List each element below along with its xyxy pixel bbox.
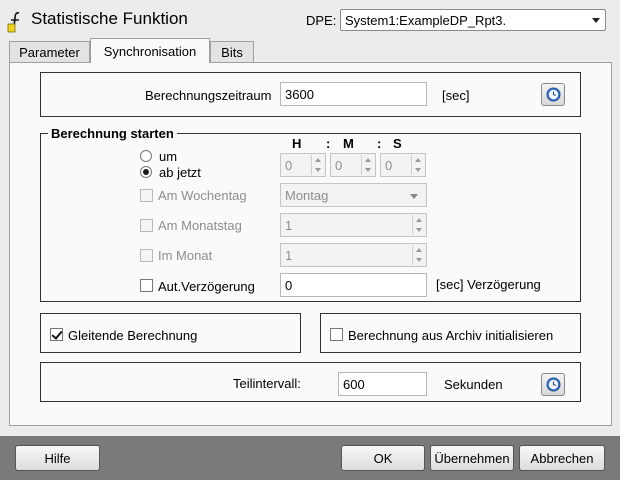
clock-icon bbox=[546, 377, 561, 392]
spin-up-icon[interactable] bbox=[412, 245, 425, 255]
radio-um-label: um bbox=[159, 149, 178, 164]
radio-now-label: ab jetzt bbox=[159, 165, 201, 180]
hms-separator: : bbox=[377, 136, 382, 151]
minutes-spinner[interactable]: 0 bbox=[330, 153, 376, 177]
month-value: 1 bbox=[285, 248, 293, 263]
spin-down-icon[interactable] bbox=[361, 165, 374, 175]
seconds-value: 0 bbox=[385, 158, 393, 173]
function-icon bbox=[7, 12, 20, 33]
ok-button[interactable]: OK bbox=[341, 445, 425, 471]
clock-icon bbox=[546, 87, 561, 102]
month-spinner[interactable]: 1 bbox=[280, 243, 427, 267]
weekday-value: Montag bbox=[285, 188, 329, 203]
monthday-checkbox[interactable] bbox=[140, 219, 153, 232]
archive-label: Berechnung aus Archiv initialisieren bbox=[348, 328, 554, 343]
tab-synchronisation[interactable]: Synchronisation bbox=[90, 38, 210, 63]
monthday-spinner[interactable]: 1 bbox=[280, 213, 427, 237]
minutes-value: 0 bbox=[335, 158, 343, 173]
hours-spinner[interactable]: 0 bbox=[280, 153, 326, 177]
dpe-value: System1:ExampleDP_Rpt3. bbox=[345, 13, 507, 28]
interval-clock-button[interactable] bbox=[541, 373, 565, 396]
seconds-spinner[interactable]: 0 bbox=[380, 153, 426, 177]
spin-up-icon[interactable] bbox=[412, 215, 425, 225]
spin-up-icon[interactable] bbox=[411, 155, 424, 165]
minutes-header: M bbox=[343, 136, 354, 151]
tab-parameter[interactable]: Parameter bbox=[9, 41, 90, 62]
hours-value: 0 bbox=[285, 158, 293, 173]
spin-up-icon[interactable] bbox=[311, 155, 324, 165]
dpe-label: DPE: bbox=[306, 13, 337, 28]
hours-header: H bbox=[292, 136, 302, 151]
calc-period-unit: [sec] bbox=[442, 88, 470, 103]
month-label: Im Monat bbox=[158, 248, 213, 263]
calc-period-input[interactable]: 3600 bbox=[280, 82, 427, 106]
help-button[interactable]: Hilfe bbox=[15, 445, 100, 471]
chevron-down-icon bbox=[592, 18, 600, 23]
delay-input[interactable]: 0 bbox=[280, 273, 427, 297]
interval-label: Teilintervall: bbox=[233, 376, 301, 391]
spin-down-icon[interactable] bbox=[412, 255, 425, 265]
tab-bits[interactable]: Bits bbox=[210, 41, 254, 62]
hms-separator: : bbox=[326, 136, 331, 151]
delay-label: Aut.Verzögerung bbox=[158, 279, 255, 294]
calc-period-label: Berechnungszeitraum bbox=[145, 88, 272, 103]
interval-unit: Sekunden bbox=[444, 377, 503, 392]
delay-unit: [sec] Verzögerung bbox=[436, 277, 541, 292]
start-group-legend: Berechnung starten bbox=[48, 126, 177, 141]
cancel-button[interactable]: Abbrechen bbox=[519, 445, 605, 471]
spin-down-icon[interactable] bbox=[311, 165, 324, 175]
radio-now[interactable] bbox=[140, 166, 152, 178]
chevron-down-icon bbox=[410, 194, 418, 199]
weekday-label: Am Wochentag bbox=[158, 188, 247, 203]
spin-up-icon[interactable] bbox=[361, 155, 374, 165]
apply-button[interactable]: Übernehmen bbox=[430, 445, 514, 471]
spin-down-icon[interactable] bbox=[412, 225, 425, 235]
sliding-checkbox[interactable] bbox=[50, 328, 63, 341]
interval-input[interactable]: 600 bbox=[338, 372, 427, 396]
month-checkbox[interactable] bbox=[140, 249, 153, 262]
radio-um[interactable] bbox=[140, 150, 152, 162]
calc-period-clock-button[interactable] bbox=[541, 83, 565, 106]
monthday-value: 1 bbox=[285, 218, 293, 233]
weekday-checkbox[interactable] bbox=[140, 189, 153, 202]
weekday-dropdown[interactable]: Montag bbox=[280, 183, 427, 207]
monthday-label: Am Monatstag bbox=[158, 218, 242, 233]
spin-down-icon[interactable] bbox=[411, 165, 424, 175]
delay-checkbox[interactable] bbox=[140, 279, 153, 292]
dpe-dropdown[interactable]: System1:ExampleDP_Rpt3. bbox=[340, 9, 606, 31]
seconds-header: S bbox=[393, 136, 402, 151]
sliding-label: Gleitende Berechnung bbox=[68, 328, 198, 343]
window-title: Statistische Funktion bbox=[31, 9, 188, 28]
archive-checkbox[interactable] bbox=[330, 328, 343, 341]
